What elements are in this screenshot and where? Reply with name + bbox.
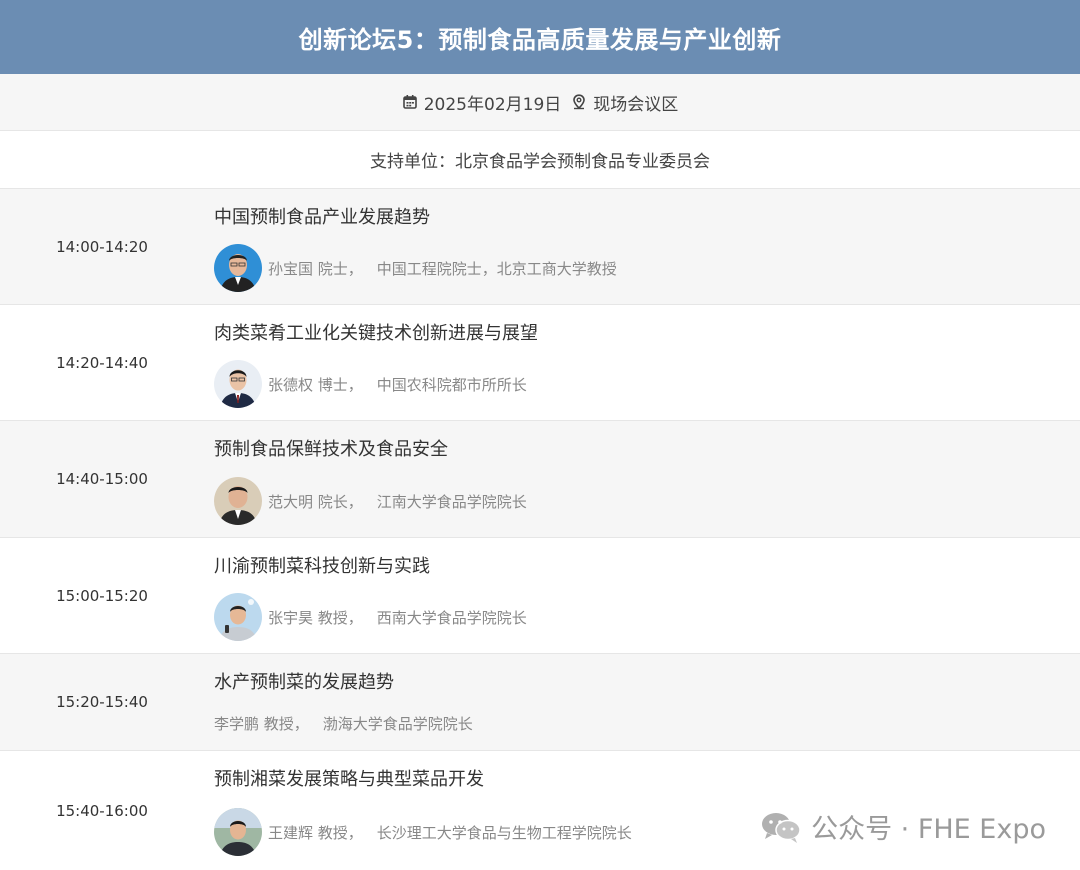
agenda-list: 14:00-14:20 中国预制食品产业发展趋势 孙宝国 院士， 中国工程院院士… xyxy=(0,189,1080,870)
watermark-text: 公众号 · FHE Expo xyxy=(811,814,1046,845)
page-header: 创新论坛5：预制食品高质量发展与产业创新 xyxy=(0,0,1080,74)
speaker-org: 中国工程院院士，北京工商大学教授 xyxy=(376,259,617,278)
talk-title: 水产预制菜的发展趋势 xyxy=(214,672,394,693)
speaker-avatar xyxy=(214,477,262,525)
speaker-info: 张宇昊 教授， 西南大学食品学院院长 xyxy=(214,593,527,641)
agenda-row: 14:00-14:20 中国预制食品产业发展趋势 孙宝国 院士， 中国工程院院士… xyxy=(0,189,1080,305)
watermark: 公众号 · FHE Expo xyxy=(759,807,1046,846)
speaker-org: 江南大学食品学院院长 xyxy=(376,492,527,511)
speaker-name: 张宇昊 教授， xyxy=(268,608,363,627)
speaker-info: 李学鹏 教授， 渤海大学食品学院院长 xyxy=(214,713,473,734)
agenda-row: 15:00-15:20 川渝预制菜科技创新与实践 张宇昊 教授， 西南大学食品学… xyxy=(0,538,1080,654)
support-unit: 支持单位：北京食品学会预制食品专业委员会 xyxy=(0,131,1080,189)
speaker-name: 李学鹏 教授， xyxy=(214,715,309,733)
talk-title: 预制食品保鲜技术及食品安全 xyxy=(214,439,448,460)
event-date: 2025年02月19日 xyxy=(423,94,562,115)
talk-title: 川渝预制菜科技创新与实践 xyxy=(214,556,430,577)
session-time: 14:20-14:40 xyxy=(56,353,148,372)
speaker-name: 王建辉 教授， xyxy=(268,823,363,842)
speaker-avatar xyxy=(214,593,262,641)
agenda-row: 14:40-15:00 预制食品保鲜技术及食品安全 范大明 院长， 江南大学食品… xyxy=(0,421,1080,538)
event-location: 现场会议区 xyxy=(593,94,679,115)
speaker-org: 长沙理工大学食品与生物工程学院院长 xyxy=(376,823,632,842)
speaker-org: 渤海大学食品学院院长 xyxy=(322,715,473,733)
speaker-name: 范大明 院长， xyxy=(268,492,363,511)
agenda-row: 14:20-14:40 肉类菜肴工业化关键技术创新进展与展望 张德权 博士， 中… xyxy=(0,305,1080,421)
calendar-icon xyxy=(402,94,418,110)
speaker-info: 范大明 院长， 江南大学食品学院院长 xyxy=(214,477,527,525)
speaker-org: 西南大学食品学院院长 xyxy=(376,608,527,627)
speaker-info: 王建辉 教授， 长沙理工大学食品与生物工程学院院长 xyxy=(214,808,632,856)
page-title: 创新论坛5：预制食品高质量发展与产业创新 xyxy=(298,25,782,54)
session-time: 15:20-15:40 xyxy=(56,693,148,711)
session-time: 14:00-14:20 xyxy=(56,237,148,256)
support-text: 支持单位：北京食品学会预制食品专业委员会 xyxy=(370,152,710,172)
speaker-name: 孙宝国 院士， xyxy=(268,259,363,278)
session-time: 15:00-15:20 xyxy=(56,586,148,605)
speaker-org: 中国农科院都市所所长 xyxy=(376,375,527,394)
speaker-name: 张德权 博士， xyxy=(268,375,363,394)
speaker-avatar xyxy=(214,244,262,292)
location-pin-icon xyxy=(571,94,587,110)
session-time: 14:40-15:00 xyxy=(56,470,148,488)
talk-title: 中国预制食品产业发展趋势 xyxy=(214,207,430,228)
event-info: 2025年02月19日 现场会议区 xyxy=(0,74,1080,131)
talk-title: 肉类菜肴工业化关键技术创新进展与展望 xyxy=(214,323,538,344)
speaker-avatar xyxy=(214,808,262,856)
agenda-row: 15:20-15:40 水产预制菜的发展趋势 李学鹏 教授， 渤海大学食品学院院… xyxy=(0,654,1080,751)
wechat-icon xyxy=(759,809,803,845)
session-time: 15:40-16:00 xyxy=(56,801,148,820)
speaker-info: 孙宝国 院士， 中国工程院院士，北京工商大学教授 xyxy=(214,244,617,292)
speaker-avatar xyxy=(214,360,262,408)
speaker-info: 张德权 博士， 中国农科院都市所所长 xyxy=(214,360,527,408)
talk-title: 预制湘菜发展策略与典型菜品开发 xyxy=(214,769,484,790)
